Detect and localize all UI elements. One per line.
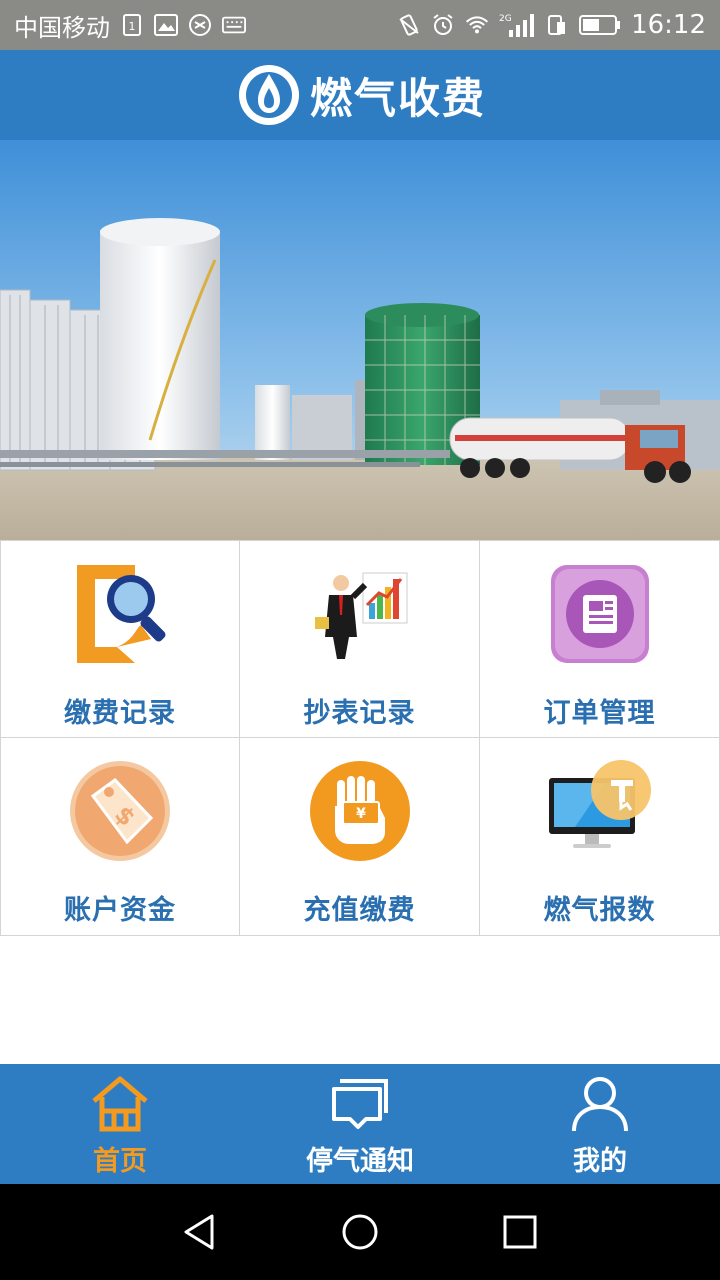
banner-image: [0, 140, 720, 540]
businessman-chart-icon: [305, 559, 415, 669]
monitor-touch-icon: [545, 756, 655, 866]
menu-item-meter-records[interactable]: 抄表记录: [240, 540, 480, 738]
carrier-name: 中国移动: [14, 13, 110, 42]
status-bar: 中国移动 1 2G 16:12: [0, 0, 720, 50]
app-header: 燃气收费: [0, 50, 720, 140]
order-document-icon: [545, 559, 655, 669]
search-document-icon: [65, 559, 175, 669]
recent-apps-icon[interactable]: [490, 1202, 550, 1262]
menu-item-label: 燃气报数: [543, 895, 656, 926]
message-icon: [328, 1071, 392, 1135]
battery-icon: [579, 13, 621, 37]
vibrate-icon: [397, 13, 421, 37]
keyboard-icon: [222, 13, 246, 37]
svg-text:1: 1: [129, 20, 136, 33]
back-icon[interactable]: [170, 1202, 230, 1262]
menu-item-payment-records[interactable]: 缴费记录: [0, 540, 240, 738]
menu-item-label: 缴费记录: [64, 698, 176, 729]
home-icon: [88, 1071, 152, 1135]
wifi-icon: [465, 13, 489, 37]
menu-item-label: 充值缴费: [303, 895, 416, 926]
nav-gas-outage-notice[interactable]: 停气通知: [240, 1071, 480, 1178]
network-type: 2G: [499, 14, 512, 24]
menu-item-label: 账户资金: [64, 895, 176, 926]
bottom-navigation: 首页 停气通知 我的: [0, 1064, 720, 1184]
alarm-icon: [431, 13, 455, 37]
nav-home[interactable]: 首页: [0, 1071, 240, 1178]
location-icon: [188, 13, 212, 37]
system-navigation-bar: [0, 1184, 720, 1280]
user-icon: [568, 1071, 632, 1135]
menu-item-gas-reporting[interactable]: 燃气报数: [480, 738, 720, 936]
hand-money-icon: ¥: [305, 756, 415, 866]
image-icon: [154, 13, 178, 37]
signal-icon: 2G: [499, 13, 535, 37]
nav-profile[interactable]: 我的: [480, 1071, 720, 1178]
menu-item-label: 订单管理: [543, 698, 656, 729]
menu-item-recharge-payment[interactable]: ¥ 充值缴费: [240, 738, 480, 936]
flame-logo-icon: [234, 60, 304, 130]
clock: 16:12: [631, 10, 706, 40]
menu-item-order-management[interactable]: 订单管理: [480, 540, 720, 738]
menu-item-account-funds[interactable]: $ 账户资金: [0, 738, 240, 936]
nav-label: 停气通知: [306, 1145, 414, 1177]
sim-icon: 1: [120, 13, 144, 37]
svg-text:¥: ¥: [356, 806, 366, 822]
data-icon: [545, 13, 569, 37]
menu-item-label: 抄表记录: [303, 698, 416, 729]
nav-label: 首页: [93, 1145, 147, 1177]
price-tag-icon: $: [65, 756, 175, 866]
menu-grid: 缴费记录 抄表记录 订单管理 $ 账户资金 ¥ 充值缴费 燃气报数: [0, 540, 720, 936]
nav-label: 我的: [573, 1145, 627, 1177]
home-circle-icon[interactable]: [330, 1202, 390, 1262]
page-title: 燃气收费: [309, 73, 486, 123]
